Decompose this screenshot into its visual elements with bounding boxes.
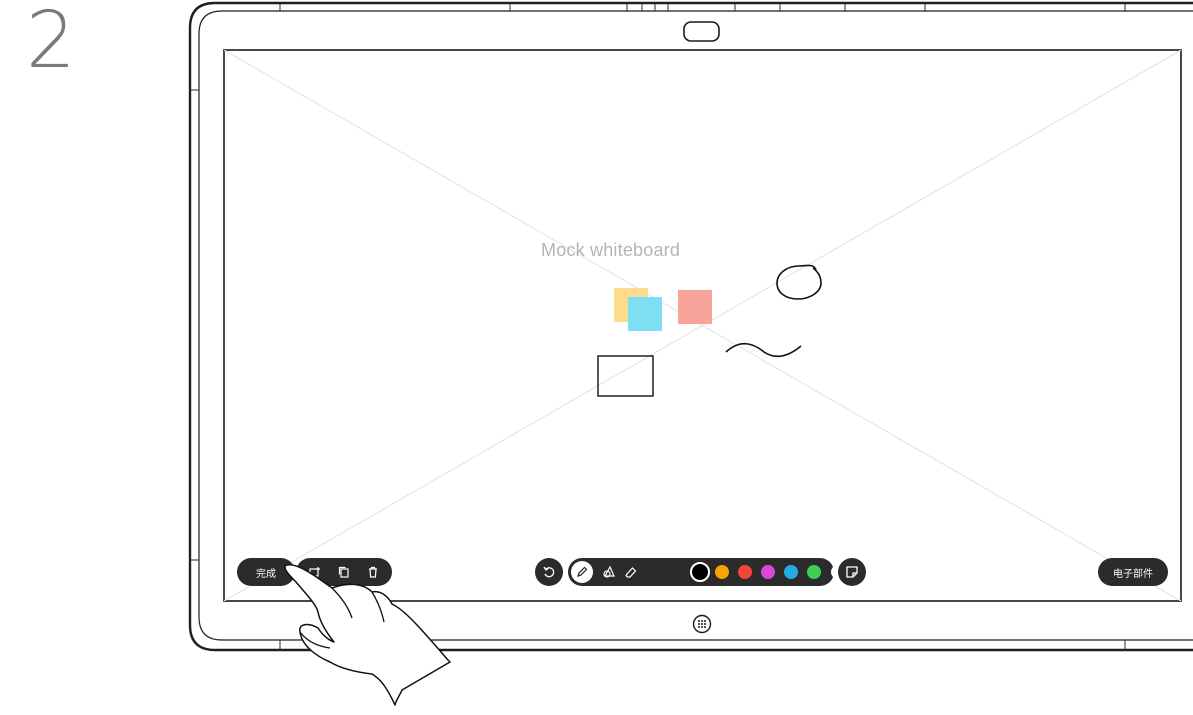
color-swatch-blue[interactable]: [784, 565, 798, 579]
color-swatch-magenta[interactable]: [761, 565, 775, 579]
pen-tool-button[interactable]: [571, 561, 593, 583]
placeholder-cross: [224, 50, 1181, 601]
email-button[interactable]: 电子部件: [1098, 558, 1168, 586]
color-swatch-green[interactable]: [807, 565, 821, 579]
undo-icon: [543, 566, 555, 578]
color-swatch-orange[interactable]: [715, 565, 729, 579]
eraser-icon[interactable]: [624, 565, 638, 579]
drawn-wave[interactable]: [725, 342, 802, 358]
whiteboard-screen[interactable]: Mock whiteboard 完成 电子部件: [224, 50, 1181, 601]
page-tools: [296, 558, 392, 586]
new-page-icon[interactable]: [308, 565, 322, 579]
delete-page-icon[interactable]: [366, 565, 380, 579]
undo-button[interactable]: [535, 558, 563, 586]
sticky-note[interactable]: [628, 297, 662, 331]
pen-icon: [577, 566, 588, 577]
color-swatch-black[interactable]: [690, 562, 710, 582]
sticky-note[interactable]: [678, 290, 712, 324]
camera-icon: [683, 21, 720, 42]
copy-page-icon[interactable]: [337, 565, 351, 579]
drawn-rectangle[interactable]: [597, 355, 654, 397]
home-grid-icon[interactable]: [692, 614, 712, 634]
whiteboard-label: Mock whiteboard: [541, 240, 681, 260]
drawing-palette: [568, 558, 845, 586]
shape-icon[interactable]: [602, 565, 616, 579]
sticky-note-icon: [846, 566, 858, 578]
done-button[interactable]: 完成: [237, 558, 295, 586]
sticky-note-button[interactable]: [838, 558, 866, 586]
color-swatch-red[interactable]: [738, 565, 752, 579]
